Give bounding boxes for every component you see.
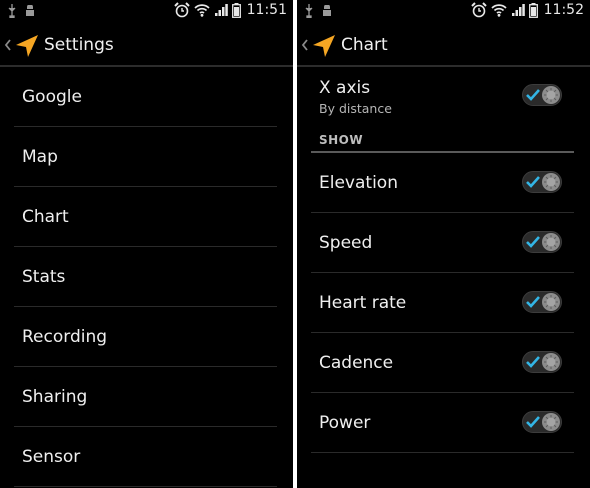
settings-screen: 11:51 Settings Google Map Chart Stats Re…	[0, 0, 293, 488]
chart-item-elevation[interactable]: Elevation	[311, 153, 574, 213]
settings-item-map[interactable]: Map	[14, 127, 277, 187]
section-label: SHOW	[319, 133, 364, 147]
chart-item-cadence[interactable]: Cadence	[311, 333, 574, 393]
speed-toggle[interactable]	[522, 231, 562, 253]
back-caret-icon[interactable]	[3, 37, 13, 53]
chart-item-heart-rate[interactable]: Heart rate	[311, 273, 574, 333]
list-item-label: Chart	[22, 207, 69, 227]
usb-icon	[8, 4, 16, 18]
list-item-label: Stats	[22, 267, 66, 287]
signal-icon	[214, 4, 228, 16]
battery-icon	[528, 2, 538, 18]
settings-list: Google Map Chart Stats Recording Sharing…	[0, 67, 293, 487]
settings-item-sensor[interactable]: Sensor	[14, 427, 277, 487]
alarm-icon	[470, 2, 487, 18]
heart-rate-toggle[interactable]	[522, 291, 562, 313]
chart-settings-screen: 11:52 Chart X axis By distance SHOW Elev…	[297, 0, 590, 488]
list-item-label: Sharing	[22, 387, 88, 407]
action-bar: Chart	[297, 24, 590, 67]
cadence-toggle[interactable]	[522, 351, 562, 373]
x-axis-toggle[interactable]	[522, 84, 562, 106]
list-item-label: Sensor	[22, 447, 81, 467]
signal-icon	[511, 4, 525, 16]
navigation-arrow-icon[interactable]	[14, 33, 40, 59]
status-time: 11:51	[246, 2, 287, 18]
action-bar: Settings	[0, 24, 293, 67]
status-time: 11:52	[543, 2, 584, 18]
list-item-label: Speed	[319, 233, 373, 253]
back-caret-icon[interactable]	[300, 37, 310, 53]
page-title: Chart	[341, 35, 388, 55]
list-item-label: Power	[319, 413, 371, 433]
navigation-arrow-icon[interactable]	[311, 33, 337, 59]
x-axis-preference[interactable]: X axis By distance	[311, 67, 574, 125]
settings-item-sharing[interactable]: Sharing	[14, 367, 277, 427]
power-toggle[interactable]	[522, 411, 562, 433]
list-item-label: Elevation	[319, 173, 398, 193]
list-item-label: Recording	[22, 327, 108, 347]
usb-icon	[305, 4, 313, 18]
settings-item-recording[interactable]: Recording	[14, 307, 277, 367]
x-axis-label: X axis	[319, 78, 371, 98]
list-item-label: Google	[22, 87, 82, 107]
wifi-icon	[491, 4, 507, 17]
list-item-label: Heart rate	[319, 293, 407, 313]
battery-icon	[231, 2, 241, 18]
chart-item-speed[interactable]: Speed	[311, 213, 574, 273]
android-debug-icon	[26, 4, 34, 16]
alarm-icon	[173, 2, 190, 18]
settings-item-google[interactable]: Google	[14, 67, 277, 127]
settings-item-chart[interactable]: Chart	[14, 187, 277, 247]
android-debug-icon	[323, 4, 331, 16]
list-item-label: Cadence	[319, 353, 394, 373]
status-bar: 11:51	[0, 0, 293, 24]
list-item-label: Map	[22, 147, 58, 167]
x-axis-summary: By distance	[319, 101, 392, 116]
show-section-header: SHOW	[311, 125, 574, 153]
chart-item-power[interactable]: Power	[311, 393, 574, 453]
chart-settings-list: X axis By distance SHOW Elevation Speed …	[297, 67, 590, 453]
wifi-icon	[194, 4, 210, 17]
status-bar: 11:52	[297, 0, 590, 24]
page-title: Settings	[44, 35, 114, 55]
elevation-toggle[interactable]	[522, 171, 562, 193]
settings-item-stats[interactable]: Stats	[14, 247, 277, 307]
